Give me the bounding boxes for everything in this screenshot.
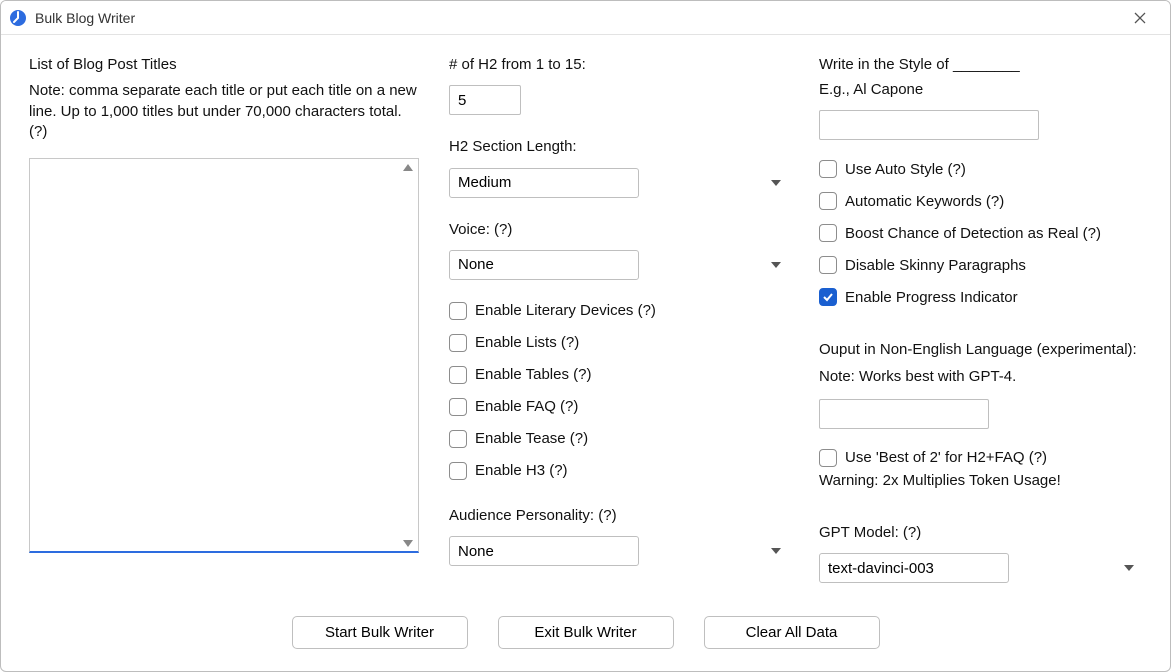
voice-select[interactable]: None — [449, 250, 639, 280]
enable-lists-label: Enable Lists (?) — [475, 334, 579, 351]
model-label: GPT Model: (?) — [819, 523, 1142, 543]
enable-tease-label: Enable Tease (?) — [475, 430, 588, 447]
app-icon — [9, 9, 27, 27]
enable-h3-checkbox[interactable] — [449, 462, 467, 480]
client-area: List of Blog Post Titles Note: comma sep… — [1, 35, 1170, 671]
enable-h3-label: Enable H3 (?) — [475, 462, 568, 479]
enable-literary-checkbox[interactable] — [449, 302, 467, 320]
start-button[interactable]: Start Bulk Writer — [292, 616, 468, 649]
auto-keywords-checkbox[interactable] — [819, 192, 837, 210]
enable-tease-checkbox[interactable] — [449, 430, 467, 448]
auto-keywords-label: Automatic Keywords (?) — [845, 193, 1004, 210]
language-input[interactable] — [819, 399, 989, 429]
boost-detection-label: Boost Chance of Detection as Real (?) — [845, 225, 1101, 242]
exit-button[interactable]: Exit Bulk Writer — [498, 616, 674, 649]
auto-style-label: Use Auto Style (?) — [845, 161, 966, 178]
clear-button[interactable]: Clear All Data — [704, 616, 880, 649]
titles-box — [29, 158, 419, 553]
enable-faq-checkbox[interactable] — [449, 398, 467, 416]
bestof2-label: Use 'Best of 2' for H2+FAQ (?) — [845, 449, 1047, 466]
disable-skinny-checkbox[interactable] — [819, 256, 837, 274]
titles-note: Note: comma separate each title or put e… — [29, 81, 419, 142]
enable-faq-label: Enable FAQ (?) — [475, 398, 578, 415]
style-input[interactable] — [819, 110, 1039, 140]
window-title: Bulk Blog Writer — [35, 10, 135, 26]
col-left: List of Blog Post Titles Note: comma sep… — [29, 55, 419, 604]
enable-literary-label: Enable Literary Devices (?) — [475, 302, 656, 319]
enable-tables-checkbox[interactable] — [449, 366, 467, 384]
bestof2-checkbox[interactable] — [819, 449, 837, 467]
enable-tables-label: Enable Tables (?) — [475, 366, 591, 383]
close-button[interactable] — [1120, 4, 1160, 32]
model-select[interactable]: text-davinci-003 — [819, 553, 1009, 583]
h2-length-label: H2 Section Length: — [449, 137, 789, 157]
col-middle: # of H2 from 1 to 15: H2 Section Length:… — [449, 55, 789, 604]
language-label-2: Note: Works best with GPT-4. — [819, 367, 1142, 387]
enable-lists-checkbox[interactable] — [449, 334, 467, 352]
auto-style-checkbox[interactable] — [819, 160, 837, 178]
button-bar: Start Bulk Writer Exit Bulk Writer Clear… — [29, 604, 1142, 657]
h2-count-label: # of H2 from 1 to 15: — [449, 55, 789, 75]
style-label: Write in the Style of ________ — [819, 55, 1142, 75]
enable-progress-checkbox[interactable] — [819, 288, 837, 306]
audience-select[interactable]: None — [449, 536, 639, 566]
enable-progress-label: Enable Progress Indicator — [845, 289, 1018, 306]
titles-textarea[interactable] — [29, 158, 419, 553]
col-right: Write in the Style of ________ E.g., Al … — [819, 55, 1142, 604]
h2-count-input[interactable] — [449, 85, 521, 115]
style-hint: E.g., Al Capone — [819, 81, 1142, 98]
titles-heading: List of Blog Post Titles — [29, 55, 419, 75]
voice-label: Voice: (?) — [449, 220, 789, 240]
boost-detection-checkbox[interactable] — [819, 224, 837, 242]
disable-skinny-label: Disable Skinny Paragraphs — [845, 257, 1026, 274]
language-label-1: Ouput in Non-English Language (experimen… — [819, 340, 1142, 360]
window: Bulk Blog Writer List of Blog Post Title… — [0, 0, 1171, 672]
titlebar: Bulk Blog Writer — [1, 1, 1170, 35]
h2-length-select[interactable]: Medium — [449, 168, 639, 198]
bestof2-warning: Warning: 2x Multiplies Token Usage! — [819, 471, 1142, 491]
audience-label: Audience Personality: (?) — [449, 506, 789, 526]
